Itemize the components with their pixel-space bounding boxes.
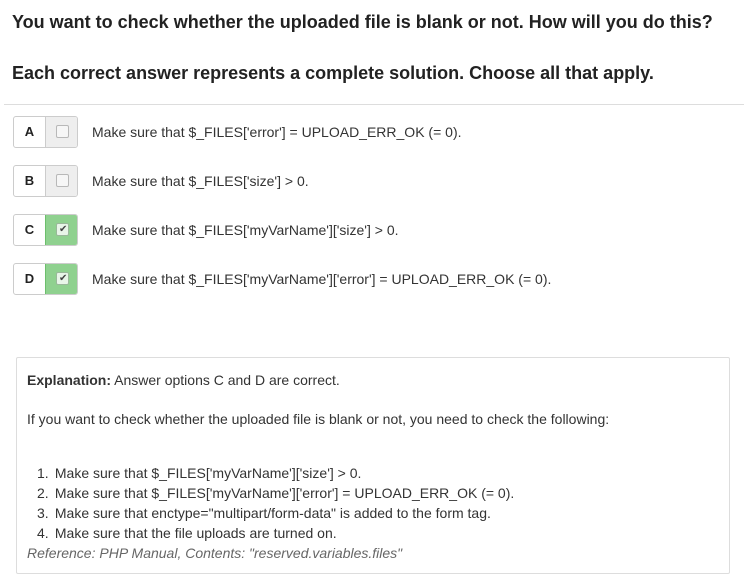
question-block: You want to check whether the uploaded f… [12,10,742,83]
explanation-steps: 1. Make sure that $_FILES['myVarName']['… [37,463,514,543]
step-number: 3. [37,505,49,521]
list-item: 3. Make sure that enctype="multipart/for… [37,503,514,523]
option-d[interactable]: D ✔ Make sure that $_FILES['myVarName'][… [13,263,733,297]
option-c-checkbox-cell[interactable]: ✔ [45,215,77,245]
option-d-text: Make sure that $_FILES['myVarName']['err… [92,271,552,287]
option-b-selector[interactable]: B [13,165,78,197]
option-a-checkbox[interactable] [56,125,69,138]
step-text: Make sure that $_FILES['myVarName']['siz… [54,465,362,481]
option-c-selector[interactable]: C ✔ [13,214,78,246]
explanation-summary: Answer options C and D are correct. [111,372,340,388]
option-b-text: Make sure that $_FILES['size'] > 0. [92,173,309,189]
option-d-letter: D [24,271,35,286]
option-b-letter: B [24,173,35,188]
option-b-checkbox-cell[interactable] [45,166,77,196]
question-instruction: Each correct answer represents a complet… [12,63,654,83]
step-number: 2. [37,485,49,501]
explanation-reference: Reference: PHP Manual, Contents: "reserv… [27,545,403,561]
option-c[interactable]: C ✔ Make sure that $_FILES['myVarName'][… [13,214,733,248]
option-a[interactable]: A Make sure that $_FILES['error'] = UPLO… [13,116,733,150]
option-d-selector[interactable]: D ✔ [13,263,78,295]
list-item: 4. Make sure that the file uploads are t… [37,523,514,543]
option-a-checkbox-cell[interactable] [45,117,77,147]
explanation-label: Explanation: [27,372,112,388]
step-number: 4. [37,525,49,541]
step-text: Make sure that enctype="multipart/form-d… [54,505,491,521]
option-d-checkbox-cell[interactable]: ✔ [45,264,77,294]
step-text: Make sure that $_FILES['myVarName']['err… [54,485,515,501]
divider [4,104,744,105]
checkmark-icon: ✔ [59,273,68,284]
option-c-letter: C [24,222,35,237]
explanation-title: Explanation: Answer options C and D are … [27,371,340,389]
option-c-text: Make sure that $_FILES['myVarName']['siz… [92,222,399,238]
step-text: Make sure that the file uploads are turn… [54,525,337,541]
option-c-checkbox[interactable]: ✔ [56,223,69,236]
question-text: You want to check whether the uploaded f… [12,12,713,32]
option-a-letter: A [24,124,35,139]
option-b-checkbox[interactable] [56,174,69,187]
option-d-checkbox[interactable]: ✔ [56,272,69,285]
list-item: 1. Make sure that $_FILES['myVarName']['… [37,463,514,483]
explanation-intro: If you want to check whether the uploade… [27,411,610,427]
option-a-text: Make sure that $_FILES['error'] = UPLOAD… [92,124,462,140]
list-item: 2. Make sure that $_FILES['myVarName']['… [37,483,514,503]
option-b[interactable]: B Make sure that $_FILES['size'] > 0. [13,165,733,199]
explanation-panel: Explanation: Answer options C and D are … [16,357,730,574]
option-a-selector[interactable]: A [13,116,78,148]
checkmark-icon: ✔ [59,224,68,235]
step-number: 1. [37,465,49,481]
